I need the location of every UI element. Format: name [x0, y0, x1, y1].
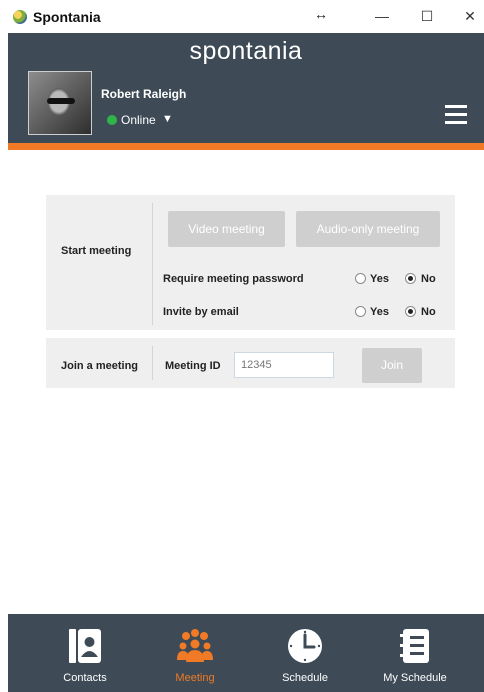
nav-label-schedule: Schedule — [282, 672, 328, 684]
nav-label-meeting: Meeting — [175, 672, 215, 684]
chevron-down-icon[interactable]: ▼ — [162, 113, 173, 125]
invite-yes-radio[interactable] — [355, 306, 366, 317]
password-no-radio[interactable] — [405, 273, 416, 284]
close-button[interactable]: ✕ — [455, 4, 484, 28]
avatar-glasses — [47, 98, 75, 104]
join-button[interactable]: Join — [362, 348, 422, 383]
meeting-icon — [177, 629, 213, 662]
window-titlebar: Spontania ↔ — ☐ ✕ — [0, 0, 484, 33]
status-dropdown[interactable]: Online — [121, 113, 156, 127]
meeting-id-input[interactable] — [234, 352, 334, 378]
resize-icon[interactable]: ↔ — [314, 6, 328, 22]
invite-no-label: No — [421, 306, 436, 318]
my-schedule-icon — [400, 629, 429, 663]
hamburger-menu-icon[interactable] — [445, 105, 467, 125]
require-password-label: Require meeting password — [163, 273, 304, 285]
panel-divider — [152, 346, 153, 380]
accent-bar — [8, 143, 484, 150]
bottom-nav: Contacts Meeting Schedule My Schedule — [8, 614, 484, 692]
meeting-id-label: Meeting ID — [165, 360, 221, 372]
user-name: Robert Raleigh — [101, 87, 187, 101]
contacts-icon — [69, 629, 101, 663]
window-title: Spontania — [33, 9, 101, 25]
spontania-logo: spontania — [189, 37, 303, 65]
start-meeting-label: Start meeting — [61, 245, 132, 257]
video-meeting-button[interactable]: Video meeting — [168, 211, 285, 247]
clock-icon — [288, 629, 322, 663]
minimize-button[interactable]: — — [367, 4, 397, 28]
nav-item-schedule[interactable]: Schedule — [250, 614, 360, 692]
password-yes-label: Yes — [370, 273, 389, 285]
app-header: spontania Robert Raleigh Online ▼ — [8, 33, 484, 143]
join-meeting-label: Join a meeting — [61, 360, 139, 372]
nav-label-my-schedule: My Schedule — [383, 672, 447, 684]
password-no-label: No — [421, 273, 436, 285]
status-indicator-icon — [107, 115, 117, 125]
panel-divider — [152, 203, 153, 325]
nav-item-my-schedule[interactable]: My Schedule — [360, 614, 470, 692]
nav-label-contacts: Contacts — [63, 672, 107, 684]
avatar — [28, 71, 92, 135]
maximize-button[interactable]: ☐ — [412, 4, 442, 28]
nav-item-meeting[interactable]: Meeting — [140, 614, 250, 692]
invite-email-label: Invite by email — [163, 306, 239, 318]
audio-only-meeting-button[interactable]: Audio-only meeting — [296, 211, 440, 247]
app-logo-icon — [13, 10, 27, 24]
nav-item-contacts[interactable]: Contacts — [30, 614, 140, 692]
invite-no-radio[interactable] — [405, 306, 416, 317]
password-yes-radio[interactable] — [355, 273, 366, 284]
invite-yes-label: Yes — [370, 306, 389, 318]
